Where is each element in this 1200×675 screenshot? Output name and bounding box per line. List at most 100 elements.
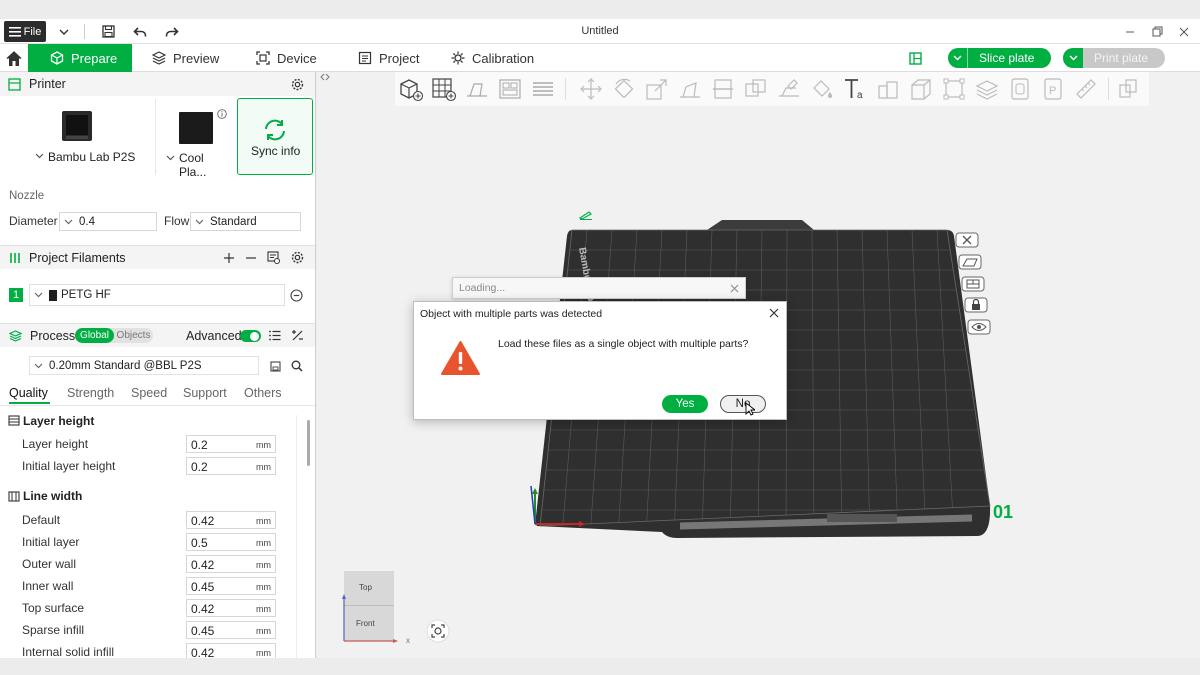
plate-settings-icon[interactable]: P (1040, 76, 1066, 102)
rotate-icon[interactable] (611, 76, 637, 102)
measure-icon[interactable] (1073, 76, 1099, 102)
setting-label-sparse-infill: Sparse infill (22, 623, 85, 637)
setting-input-initial-layer-height[interactable]: 0.2 mm (186, 457, 276, 475)
redo-button[interactable] (162, 19, 182, 44)
collapse-sidebar-icon[interactable] (320, 73, 330, 81)
process-tab-strength[interactable]: Strength (67, 386, 114, 400)
setting-input-internal-solid-infill[interactable]: 0.42 mm (186, 643, 276, 658)
print-plate-button[interactable]: Print plate (1063, 48, 1165, 68)
home-icon (6, 50, 22, 66)
file-dropdown-button[interactable] (54, 19, 74, 44)
save-button[interactable] (98, 19, 118, 44)
toggle-objects[interactable]: Objects (114, 328, 153, 343)
printer-card[interactable]: Bambu Lab P2S (4, 99, 156, 175)
process-tab-others[interactable]: Others (244, 386, 282, 400)
gear-icon[interactable] (291, 251, 304, 264)
split-layers-icon[interactable] (530, 76, 556, 102)
assembly-icon[interactable] (908, 76, 934, 102)
part-icon[interactable] (1007, 76, 1033, 102)
yes-button[interactable]: Yes (662, 395, 708, 413)
tab-preview[interactable]: Preview (152, 44, 232, 72)
boolean-icon[interactable] (743, 76, 769, 102)
overflow-menu-icon[interactable] (1115, 76, 1141, 102)
toggle-global[interactable]: Global (75, 328, 114, 343)
delete-plate-icon[interactable] (955, 232, 979, 248)
home-button[interactable] (0, 44, 28, 72)
slice-options-dropdown[interactable] (948, 48, 968, 68)
svg-text:a: a (857, 90, 863, 101)
color-paint-icon[interactable] (809, 76, 835, 102)
restore-button[interactable] (1147, 19, 1167, 44)
support-paint-icon[interactable] (776, 76, 802, 102)
setting-input-initial-layer[interactable]: 0.5 mm (186, 533, 276, 551)
layers-editing-icon[interactable] (974, 76, 1000, 102)
filament-select[interactable]: PETG HF (29, 284, 285, 306)
remove-icon[interactable] (245, 252, 257, 264)
global-objects-toggle[interactable]: Global Objects (75, 328, 153, 343)
file-menu-button[interactable]: File (4, 21, 46, 42)
setting-input-outer-wall[interactable]: 0.42 mm (186, 555, 276, 573)
setting-unit: mm (256, 648, 271, 658)
filaments-section-title: Project Filaments (29, 250, 126, 265)
close-icon[interactable] (730, 284, 739, 293)
tab-calibration-label: Calibration (472, 50, 535, 66)
setting-input-sparse-infill[interactable]: 0.45 mm (186, 621, 276, 639)
filament-name: PETG HF (61, 289, 111, 301)
flow-label: Flow (164, 214, 190, 228)
close-window-button[interactable] (1174, 19, 1194, 44)
lock-plate-icon[interactable] (964, 297, 988, 313)
minimize-button[interactable] (1120, 19, 1140, 44)
move-icon[interactable] (578, 76, 604, 102)
undo-button[interactable] (130, 19, 150, 44)
edit-plate-name-icon[interactable] (579, 210, 593, 220)
orient-icon[interactable] (464, 76, 490, 102)
screenshot-icon[interactable] (426, 619, 450, 643)
arrange-icon[interactable] (497, 76, 523, 102)
process-preset-select[interactable]: 0.20mm Standard @BBL P2S (29, 356, 259, 375)
settings-scrollbar[interactable] (307, 420, 310, 466)
save-preset-icon[interactable] (270, 361, 281, 372)
filament-settings-icon[interactable] (267, 251, 280, 264)
orient-plate-icon[interactable] (958, 254, 982, 270)
tab-prepare[interactable]: Prepare (28, 44, 132, 72)
add-plate-icon[interactable] (431, 76, 457, 102)
sync-info-button[interactable]: Sync info (237, 98, 313, 175)
arrange-plate-icon[interactable] (961, 276, 985, 292)
tab-device[interactable]: Device (256, 44, 336, 72)
search-icon[interactable] (291, 360, 303, 372)
svg-shape-icon[interactable] (875, 76, 901, 102)
scale-icon[interactable] (644, 76, 670, 102)
print-options-dropdown[interactable] (1063, 48, 1083, 68)
add-icon[interactable] (223, 252, 235, 264)
dialog-close-icon[interactable] (769, 308, 779, 318)
add-object-icon[interactable] (398, 76, 424, 102)
setting-input-top-surface[interactable]: 0.42 mm (186, 599, 276, 617)
info-icon[interactable] (217, 109, 227, 119)
gear-icon[interactable] (291, 78, 304, 91)
process-tab-speed[interactable]: Speed (131, 386, 167, 400)
setting-input-inner-wall[interactable]: 0.45 mm (186, 577, 276, 595)
eye-icon[interactable] (967, 319, 991, 335)
process-tab-support[interactable]: Support (183, 386, 227, 400)
filament-remove-icon[interactable] (290, 289, 303, 302)
process-tab-quality[interactable]: Quality (9, 386, 48, 400)
tab-project[interactable]: Project (358, 44, 438, 72)
measure-frame-icon[interactable] (941, 76, 967, 102)
lay-on-face-icon[interactable] (677, 76, 703, 102)
diameter-select[interactable]: 0.4 (59, 212, 157, 231)
chevron-down-icon (166, 155, 175, 161)
plate-card[interactable]: Cool Pla... (160, 99, 234, 179)
tab-calibration[interactable]: Calibration (451, 44, 541, 72)
no-button[interactable]: No (720, 395, 766, 413)
slice-plate-button[interactable]: Slice plate (948, 48, 1051, 68)
list-icon[interactable] (269, 330, 281, 341)
layout-toggle-button[interactable] (906, 44, 924, 72)
compare-icon[interactable] (291, 329, 304, 342)
flow-select[interactable]: Standard (190, 212, 301, 231)
setting-input-layer-height[interactable]: 0.2 mm (186, 435, 276, 453)
cut-icon[interactable] (710, 76, 736, 102)
advanced-switch[interactable] (240, 330, 261, 342)
setting-input-default[interactable]: 0.42 mm (186, 511, 276, 529)
text-icon[interactable]: a (842, 76, 868, 102)
printer-icon (8, 77, 21, 91)
